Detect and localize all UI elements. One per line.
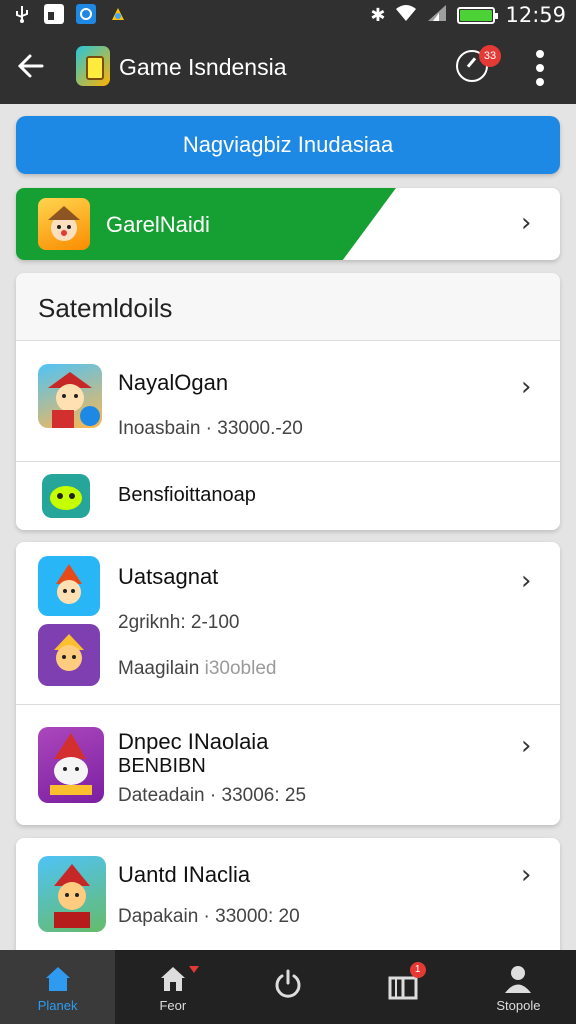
status-bar: ✱ 12:59: [0, 0, 576, 30]
back-arrow-icon[interactable]: [16, 48, 52, 84]
hero-game-icon: [38, 624, 100, 686]
banner-label: GarelNaidi: [106, 212, 210, 237]
power-icon: [272, 968, 304, 1005]
app-bar: Game Isndensia 33: [0, 30, 576, 104]
item-subtitle: Dapakain · 33000: 20: [118, 906, 300, 927]
item-title: Uantd INaclia: [118, 862, 251, 887]
house-icon: [158, 964, 188, 999]
home-icon: [43, 964, 73, 999]
game-icon: [108, 4, 128, 24]
chevron-right-icon: ›: [521, 208, 532, 238]
tab-power[interactable]: [230, 950, 345, 1024]
navigation-button[interactable]: Nagviagbiz Inudasiaa: [16, 116, 560, 174]
section-card: Satemldoils NayalOgan Inoasbain · 33000.…: [16, 273, 560, 530]
list-item[interactable]: Bensfioittanoap: [16, 462, 560, 530]
game-banner[interactable]: GarelNaidi ›: [16, 188, 560, 260]
item-extra: Maagilain i30obled: [118, 658, 276, 680]
tab-home[interactable]: Planek: [0, 950, 116, 1024]
notification-badge: 33: [479, 45, 501, 67]
gift-badge: 1: [409, 962, 426, 978]
bottom-navigation: Planek Feor 1 Stopole: [0, 950, 576, 1024]
character-icon: [38, 198, 90, 250]
item-title-line2: BENBIBN: [118, 755, 206, 777]
item-subtitle: 2griknh: 2-100: [118, 612, 240, 633]
tab-label: Feor: [159, 998, 187, 1013]
item-extra-value: i30obled: [204, 658, 277, 679]
battery-icon: [457, 6, 499, 24]
app-logo: [76, 46, 110, 86]
wizard-game-icon: [38, 556, 100, 616]
list-item[interactable]: NayalOgan Inoasbain · 33000.-20 ›: [16, 342, 560, 461]
usb-icon: [12, 4, 32, 24]
signal-icon: [427, 4, 447, 27]
dropdown-indicator-icon: [189, 966, 200, 973]
image-icon: [44, 4, 64, 24]
item-extra-label: Maagilain: [118, 658, 200, 679]
pirate-game-icon: [38, 364, 102, 428]
tab-profile[interactable]: Stopole: [461, 950, 576, 1024]
game-card[interactable]: Uantd INaclia Dapakain · 33000: 20 ›: [16, 838, 560, 964]
adventure-game-icon: [38, 856, 106, 932]
gnome-game-icon: [38, 727, 104, 803]
tab-feed[interactable]: Feor: [115, 950, 230, 1024]
item-title: Bensfioittanoap: [118, 484, 256, 506]
item-subtitle: Dateadain · 33006: 25: [118, 785, 307, 806]
section-title: Satemldoils: [38, 293, 173, 323]
games-group-card: Uatsagnat 2griknh: 2-100 Maagilain i30ob…: [16, 542, 560, 825]
slime-game-icon: [42, 474, 90, 518]
tab-label: Planek: [37, 998, 78, 1013]
tab-gifts[interactable]: 1: [346, 950, 461, 1024]
chevron-right-icon: ›: [521, 566, 532, 596]
item-title: NayalOgan: [118, 370, 229, 395]
item-title: Dnpec INaolaia: [118, 729, 269, 754]
wifi-icon: [395, 4, 417, 27]
chevron-right-icon: ›: [521, 860, 532, 890]
more-options-icon[interactable]: [530, 50, 550, 86]
clock: 12:59: [505, 3, 566, 27]
page-title: Game Isndensia: [119, 54, 287, 80]
list-item[interactable]: Uatsagnat 2griknh: 2-100 Maagilain i30ob…: [16, 542, 560, 704]
item-title: Uatsagnat: [118, 564, 219, 589]
item-subtitle: Inoasbain · 33000.-20: [118, 418, 303, 439]
chevron-right-icon: ›: [521, 731, 532, 761]
chevron-right-icon: ›: [521, 372, 532, 402]
person-icon: [503, 964, 533, 999]
sync-icon: [76, 4, 96, 24]
list-item[interactable]: Dnpec INaolaia BENBIBN Dateadain · 33006…: [16, 705, 560, 825]
bluetooth-icon: ✱: [370, 4, 386, 26]
tab-label: Stopole: [496, 998, 541, 1013]
